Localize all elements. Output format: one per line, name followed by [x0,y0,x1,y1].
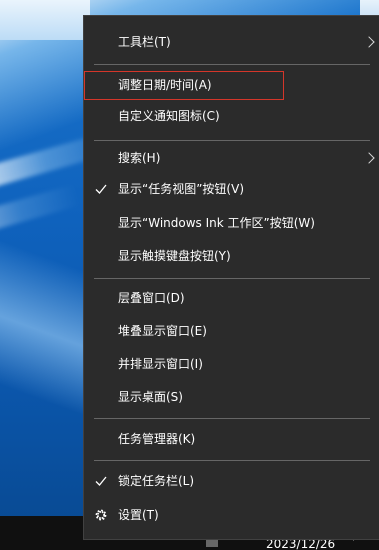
menu-item-label: 锁定任务栏(L) [118,474,195,488]
menu-item-label: 任务管理器(K) [118,432,196,446]
menu-item-lock-taskbar[interactable]: 锁定任务栏(L) [84,467,379,496]
menu-item-customize-notification-icons[interactable]: 自定义通知图标(C) [84,102,379,131]
checkmark-icon [95,184,107,194]
menu-separator [94,460,370,461]
menu-item-label: 并排显示窗口(I) [118,357,203,371]
wallpaper-light [0,0,90,40]
menu-item-toolbars[interactable]: 工具栏(T) [84,28,379,57]
menu-item-settings[interactable]: 设置(T) [84,501,379,530]
menu-item-label: 自定义通知图标(C) [118,109,220,123]
chevron-right-icon [363,36,375,48]
menu-item-show-touch-keyboard-button[interactable]: 显示触摸键盘按钮(Y) [84,242,379,271]
menu-separator [94,140,370,141]
taskbar-context-menu: 工具栏(T) 调整日期/时间(A) 自定义通知图标(C) 搜索(H) 显示“任务… [83,15,379,540]
menu-item-label: 显示触摸键盘按钮(Y) [118,249,231,263]
wallpaper-light-streak [0,183,81,239]
menu-item-label: 堆叠显示窗口(E) [118,324,207,338]
menu-item-show-windows-ink-button[interactable]: 显示“Windows Ink 工作区”按钮(W) [84,209,379,238]
gear-icon [95,509,107,521]
menu-separator [94,418,370,419]
menu-item-show-task-view-button[interactable]: 显示“任务视图”按钮(V) [84,175,379,204]
menu-item-side-by-side-windows[interactable]: 并排显示窗口(I) [84,350,379,379]
menu-item-cascade-windows[interactable]: 层叠窗口(D) [84,284,379,313]
highlight-box [84,71,284,100]
menu-item-stack-windows[interactable]: 堆叠显示窗口(E) [84,317,379,346]
menu-separator [94,64,370,65]
menu-item-label: 显示“Windows Ink 工作区”按钮(W) [118,216,315,230]
checkmark-icon [95,476,107,486]
menu-item-label: 搜索(H) [118,151,161,165]
menu-item-label: 显示“任务视图”按钮(V) [118,182,245,196]
menu-item-label: 显示桌面(S) [118,390,183,404]
menu-item-search[interactable]: 搜索(H) [84,144,379,173]
menu-item-task-manager[interactable]: 任务管理器(K) [84,425,379,454]
menu-item-label: 设置(T) [118,508,159,522]
menu-item-label: 工具栏(T) [118,35,171,49]
menu-item-show-desktop[interactable]: 显示桌面(S) [84,383,379,412]
menu-item-label: 层叠窗口(D) [118,291,185,305]
chevron-right-icon [363,152,375,164]
menu-separator [94,278,370,279]
